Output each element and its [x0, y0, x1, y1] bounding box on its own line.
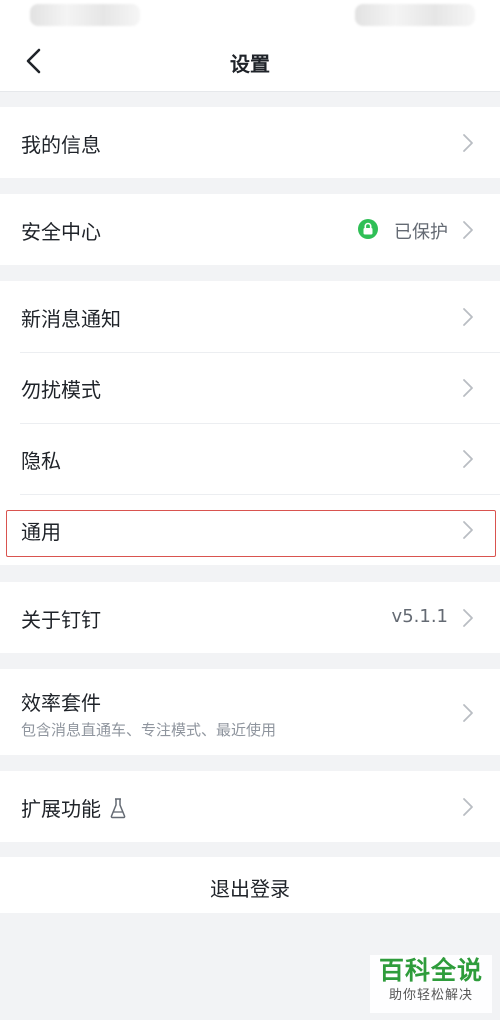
settings-item-about[interactable]: 关于钉钉 v5.1.1 [0, 582, 500, 653]
settings-item-subtitle: 包含消息直通车、专注模式、最近使用 [21, 721, 277, 739]
settings-item-extensions[interactable]: 扩展功能 [0, 771, 500, 842]
version-value: v5.1.1 [391, 606, 448, 627]
settings-item-label: 效率套件 [21, 691, 101, 715]
settings-item-do-not-disturb[interactable]: 勿扰模式 [0, 352, 500, 423]
settings-item-label: 扩展功能 [21, 797, 101, 821]
settings-item-notifications[interactable]: 新消息通知 [0, 281, 500, 352]
chevron-right-icon [463, 379, 473, 397]
settings-item-label: 关于钉钉 [21, 608, 101, 632]
watermark-logo: 百科全说 助你轻松解决 [370, 955, 492, 1013]
chevron-right-icon [463, 798, 473, 816]
chevron-right-icon [463, 134, 473, 152]
security-status-value: 已保护 [394, 222, 448, 243]
flask-icon [110, 798, 126, 819]
settings-group-security: 安全中心 已保护 [0, 194, 500, 265]
watermark-subtitle: 助你轻松解决 [388, 988, 473, 1003]
settings-item-label: 勿扰模式 [21, 378, 101, 402]
chevron-right-icon [463, 609, 473, 627]
settings-item-privacy[interactable]: 隐私 [0, 423, 500, 494]
settings-item-security-center[interactable]: 安全中心 已保护 [0, 194, 500, 265]
watermark-title: 百科全说 [378, 956, 483, 985]
settings-item-label: 我的信息 [21, 133, 101, 157]
settings-item-my-info[interactable]: 我的信息 [0, 107, 500, 178]
lock-icon [358, 219, 378, 239]
page-title: 设置 [230, 52, 270, 76]
chevron-right-icon [463, 704, 473, 722]
settings-item-general[interactable]: 通用 [0, 494, 500, 565]
settings-item-label: 安全中心 [21, 220, 101, 244]
settings-group-profile: 我的信息 [0, 107, 500, 178]
status-bar [0, 0, 500, 30]
settings-group-extensions: 扩展功能 [0, 771, 500, 842]
logout-button[interactable]: 退出登录 [0, 857, 500, 913]
chevron-right-icon [463, 308, 473, 326]
chevron-right-icon [463, 521, 473, 539]
nav-bar: 设置 [0, 30, 500, 92]
logout-label: 退出登录 [210, 877, 290, 901]
settings-group-efficiency: 效率套件 包含消息直通车、专注模式、最近使用 [0, 669, 500, 755]
chevron-right-icon [463, 221, 473, 239]
status-bar-blur-right [355, 4, 475, 26]
settings-group-general: 新消息通知 勿扰模式 隐私 通用 [0, 281, 500, 565]
settings-item-efficiency-suite[interactable]: 效率套件 包含消息直通车、专注模式、最近使用 [0, 669, 500, 755]
settings-item-label: 隐私 [21, 449, 61, 473]
chevron-right-icon [463, 450, 473, 468]
settings-item-label-wrap: 扩展功能 [21, 793, 127, 822]
settings-item-label: 通用 [21, 520, 61, 544]
settings-item-label: 新消息通知 [21, 307, 121, 331]
settings-group-about: 关于钉钉 v5.1.1 [0, 582, 500, 653]
status-bar-blur-left [30, 4, 140, 26]
